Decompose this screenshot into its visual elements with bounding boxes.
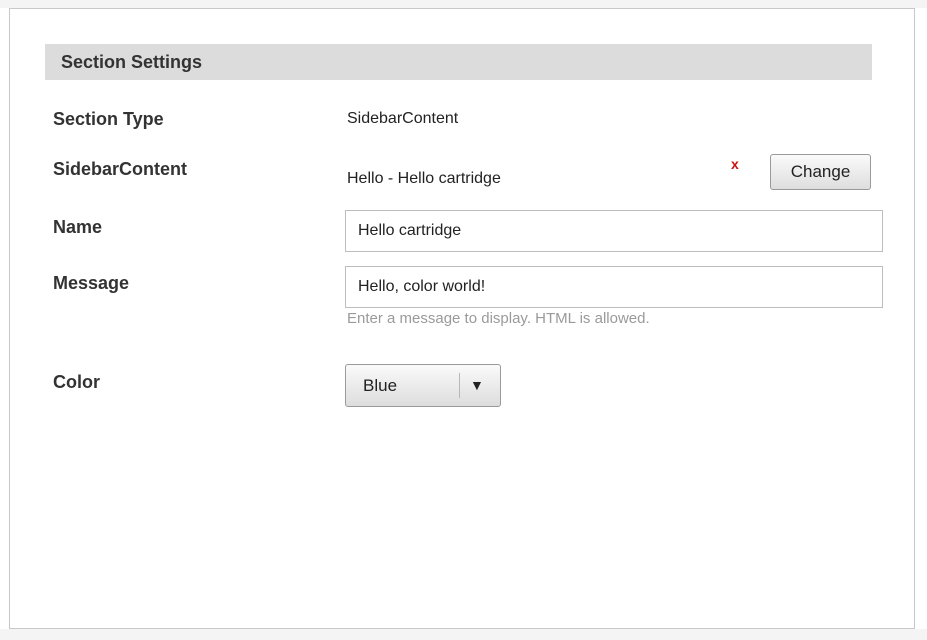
name-label: Name: [53, 217, 103, 237]
color-label: Color: [53, 372, 100, 392]
section-settings-header: Section Settings: [45, 44, 872, 80]
dropdown-arrow-icon: ▼: [470, 377, 484, 393]
message-input[interactable]: [345, 266, 883, 308]
bottom-strip: [0, 629, 927, 640]
message-label: Message: [53, 273, 130, 293]
sidebar-content-label: SidebarContent: [53, 159, 188, 179]
top-strip: [0, 0, 927, 8]
remove-icon[interactable]: x: [731, 156, 739, 172]
color-select-value: Blue: [363, 376, 398, 395]
section-type-value: SidebarContent: [347, 110, 459, 127]
name-input[interactable]: [345, 210, 883, 252]
section-type-label: Section Type: [53, 109, 164, 129]
select-divider: [459, 373, 460, 398]
sidebar-content-value: Hello - Hello cartridge: [347, 170, 501, 187]
message-help-text: Enter a message to display. HTML is allo…: [347, 310, 650, 327]
change-button[interactable]: Change: [770, 154, 871, 190]
color-select[interactable]: Blue ▼: [345, 364, 501, 407]
